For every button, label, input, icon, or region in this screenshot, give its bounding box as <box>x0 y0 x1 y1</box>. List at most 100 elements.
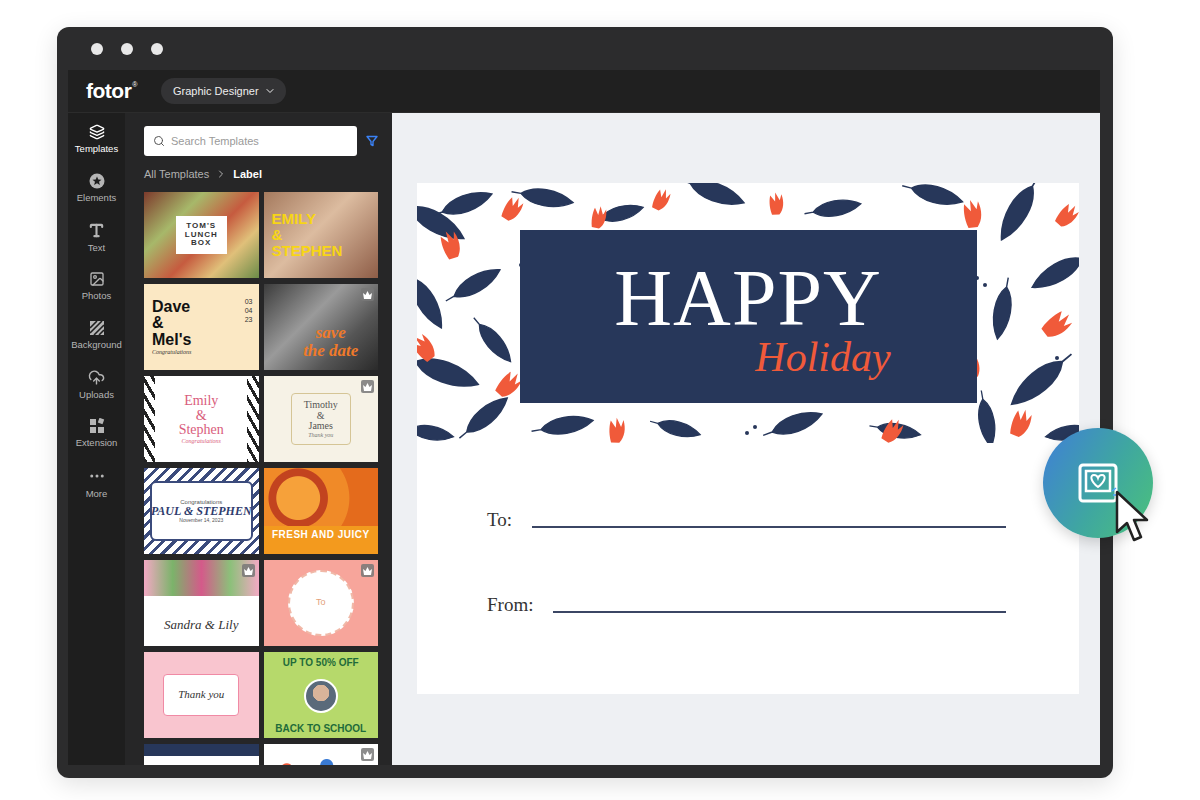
crown-icon <box>363 567 372 575</box>
heart-frame-icon <box>1076 461 1120 505</box>
template-thumbnail[interactable]: Sandra & Lily <box>144 560 259 646</box>
template-text: Thank you <box>178 689 224 701</box>
rail-item[interactable]: Text <box>68 220 125 269</box>
design-subtitle[interactable]: Holiday <box>755 336 890 378</box>
template-text: LUNCH <box>185 231 218 239</box>
template-grid: TOM'SLUNCHBOXEMILY&STEPHENDave&Mel'sCong… <box>144 192 378 765</box>
window-dot[interactable] <box>121 43 133 55</box>
template-card: TOM'SLUNCHBOX <box>176 216 227 253</box>
template-text: STEPHEN <box>272 243 343 259</box>
template-thumbnail[interactable]: Timothy&JamesThank you <box>264 376 379 462</box>
breadcrumb: All Templates Label <box>144 167 378 181</box>
rail-item[interactable]: Uploads <box>68 367 125 416</box>
template-text: PAUL & STEPHEN <box>151 505 252 518</box>
rail-item[interactable]: More <box>68 465 125 514</box>
date-part: 23 <box>245 316 253 323</box>
window-controls <box>57 27 1113 70</box>
rail-item[interactable]: Templates <box>68 122 125 171</box>
editor-body: TemplatesElements Text Photos BackgroundUpl… <box>68 113 1100 765</box>
template-text: James <box>309 421 333 432</box>
more-dots-icon <box>88 467 106 485</box>
template-text: BOX <box>191 239 211 247</box>
premium-badge <box>361 748 374 761</box>
template-band <box>144 744 259 756</box>
mode-dropdown[interactable]: Graphic Designer <box>161 78 286 104</box>
template-card: Thank you <box>163 674 239 716</box>
rail-label: More <box>86 488 108 499</box>
template-thumbnail[interactable]: FRESH AND JUICY <box>264 468 379 554</box>
field-label[interactable]: From: <box>487 594 533 617</box>
rail-item[interactable]: Photos <box>68 269 125 318</box>
template-text: FRESH AND JUICY <box>272 530 370 541</box>
layers-icon <box>89 124 105 140</box>
search-icon <box>153 135 165 147</box>
design-title[interactable]: HAPPY <box>614 262 881 334</box>
template-thumbnail[interactable]: EMILY&STEPHEN <box>264 192 379 278</box>
template-text: save <box>316 324 346 342</box>
template-thumbnail[interactable] <box>144 744 259 765</box>
breadcrumb-item[interactable]: All Templates <box>144 168 209 180</box>
filter-icon[interactable] <box>366 135 378 147</box>
date-part: 03 <box>245 298 253 305</box>
templates-panel: Search Templates All Templates Label TOM'SL… <box>125 113 392 765</box>
premium-badge <box>242 564 255 577</box>
template-subtext: Congratulations <box>182 438 221 444</box>
field-line <box>553 611 1006 613</box>
rail-label: Photos <box>82 290 112 301</box>
template-text: & <box>152 315 164 332</box>
star-badge-icon <box>89 173 105 189</box>
tool-rail: TemplatesElements Text Photos BackgroundUpl… <box>68 113 125 765</box>
rail-item[interactable]: Background <box>68 318 125 367</box>
design-header: HAPPYHoliday <box>417 183 1079 443</box>
mode-label: Graphic Designer <box>173 85 259 97</box>
template-date: 03 04 23 <box>245 298 253 323</box>
field-line <box>532 526 1006 528</box>
top-bar: fotor® Graphic Designer <box>68 70 1100 113</box>
template-card: To <box>288 570 354 636</box>
premium-badge <box>361 564 374 577</box>
design-canvas: HAPPYHoliday To: From: <box>392 113 1100 765</box>
template-subtext: November 14, 2023 <box>179 518 223 523</box>
template-text: Timothy <box>304 400 338 411</box>
template-thumbnail[interactable]: To <box>264 560 379 646</box>
date-part: 04 <box>245 307 253 314</box>
template-thumbnail[interactable] <box>264 744 379 765</box>
breadcrumb-item[interactable]: Label <box>233 168 262 180</box>
window-dot[interactable] <box>151 43 163 55</box>
template-text: TOM'S <box>186 222 216 230</box>
editor-app: fotor®Graphic DesignerTemplatesElementsT… <box>68 70 1100 765</box>
template-thumbnail[interactable]: Thank you <box>144 652 259 738</box>
template-thumbnail[interactable]: savethe date <box>264 284 379 370</box>
template-thumbnail[interactable]: TOM'SLUNCHBOX <box>144 192 259 278</box>
template-card: CongratulationsPAUL & STEPHENNovember 14… <box>150 481 253 541</box>
search-field[interactable]: Search Templates <box>144 126 357 156</box>
template-thumbnail[interactable]: CongratulationsPAUL & STEPHENNovember 14… <box>144 468 259 554</box>
crown-icon <box>363 383 372 391</box>
rail-item[interactable]: Elements <box>68 171 125 220</box>
search-row: Search Templates <box>144 126 378 156</box>
template-text: Mel's <box>152 332 191 349</box>
photo-icon <box>89 271 105 287</box>
template-thumbnail[interactable]: Dave&Mel'sCongratulations030423 <box>144 284 259 370</box>
label-design[interactable]: HAPPYHoliday To: From: <box>417 183 1079 694</box>
window-dot[interactable] <box>91 43 103 55</box>
template-thumbnail[interactable]: Emily&StephenCongratulations <box>144 376 259 462</box>
upload-cloud-icon <box>88 369 105 386</box>
page: fotor®Graphic DesignerTemplatesElementsT… <box>0 0 1200 800</box>
template-thumbnail[interactable]: UP TO 50% OFFBACK TO SCHOOL <box>264 652 379 738</box>
title-box[interactable]: HAPPYHoliday <box>520 230 977 403</box>
premium-badge <box>361 288 374 301</box>
chevron-down-icon <box>264 85 276 97</box>
template-text: UP TO 50% OFF <box>283 658 359 669</box>
field-label[interactable]: To: <box>487 509 512 532</box>
favorite-button[interactable] <box>1043 428 1153 538</box>
template-card: Timothy&JamesThank you <box>291 393 351 445</box>
search-placeholder: Search Templates <box>171 135 259 147</box>
template-text: & <box>317 411 325 422</box>
template-text: & <box>196 409 207 424</box>
rail-item[interactable]: Extension <box>68 416 125 465</box>
cursor-icon <box>1113 488 1159 550</box>
logo[interactable]: fotor® <box>86 79 137 103</box>
logo-mark: ® <box>132 81 137 88</box>
rail-label: Text <box>88 242 105 253</box>
